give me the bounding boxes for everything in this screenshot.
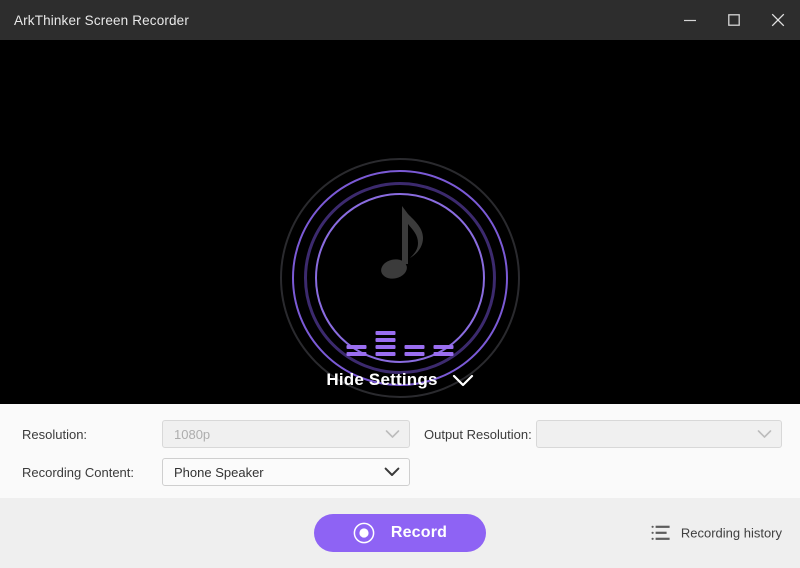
equalizer-column [433, 345, 454, 356]
recording-content-value: Phone Speaker [174, 464, 264, 480]
equalizer-segment [375, 345, 396, 349]
equalizer-segment [375, 331, 396, 335]
maximize-icon [728, 14, 740, 26]
equalizer-segment [433, 352, 454, 356]
recording-content-label: Recording Content: [22, 464, 135, 480]
recording-history-button[interactable]: Recording history [651, 525, 782, 542]
equalizer-bars [346, 322, 454, 356]
equalizer-segment [404, 345, 425, 349]
audio-visualizer [280, 158, 520, 398]
music-note-icon [381, 206, 423, 279]
list-lines-icon [651, 525, 670, 540]
hide-settings-label: Hide Settings [326, 370, 438, 389]
minimize-button[interactable] [668, 0, 712, 40]
chevron-down-icon [384, 467, 400, 477]
close-button[interactable] [756, 0, 800, 40]
maximize-button[interactable] [712, 0, 756, 40]
settings-panel: Resolution: 1080p Output Resolution: Rec… [0, 404, 800, 498]
visualizer-stage: Hide Settings [0, 40, 800, 404]
equalizer-segment [346, 352, 367, 356]
resolution-value: 1080p [174, 426, 211, 442]
titlebar: ArkThinker Screen Recorder [0, 0, 800, 40]
equalizer-segment [375, 352, 396, 356]
recording-history-label: Recording history [680, 525, 782, 541]
minimize-icon [684, 19, 696, 22]
close-icon [771, 13, 785, 27]
hide-settings-toggle[interactable]: Hide Settings [0, 370, 800, 390]
settings-grid: Resolution: 1080p Output Resolution: Rec… [22, 418, 782, 488]
equalizer-segment [433, 345, 454, 349]
chevron-down-icon [757, 430, 772, 439]
equalizer-column [375, 331, 396, 356]
chevron-down-icon [385, 430, 400, 439]
record-dot-icon [353, 522, 375, 544]
equalizer-segment [346, 345, 367, 349]
equalizer-segment [404, 352, 425, 356]
bottom-bar: Record Recording history [0, 498, 800, 568]
record-button[interactable]: Record [314, 514, 486, 552]
chevron-down-icon [452, 374, 473, 386]
recording-content-select[interactable]: Phone Speaker [162, 458, 410, 486]
equalizer-column [404, 345, 425, 356]
equalizer-column [346, 345, 367, 356]
resolution-label: Resolution: [22, 426, 88, 442]
output-resolution-select[interactable] [536, 420, 782, 448]
equalizer-segment [375, 338, 396, 342]
window-controls [668, 0, 800, 40]
resolution-select[interactable]: 1080p [162, 420, 410, 448]
app-window: ArkThinker Screen Recorder Hide Settings… [0, 0, 800, 568]
record-button-label: Record [390, 524, 448, 541]
app-title: ArkThinker Screen Recorder [14, 12, 189, 28]
output-resolution-label: Output Resolution: [424, 426, 532, 442]
